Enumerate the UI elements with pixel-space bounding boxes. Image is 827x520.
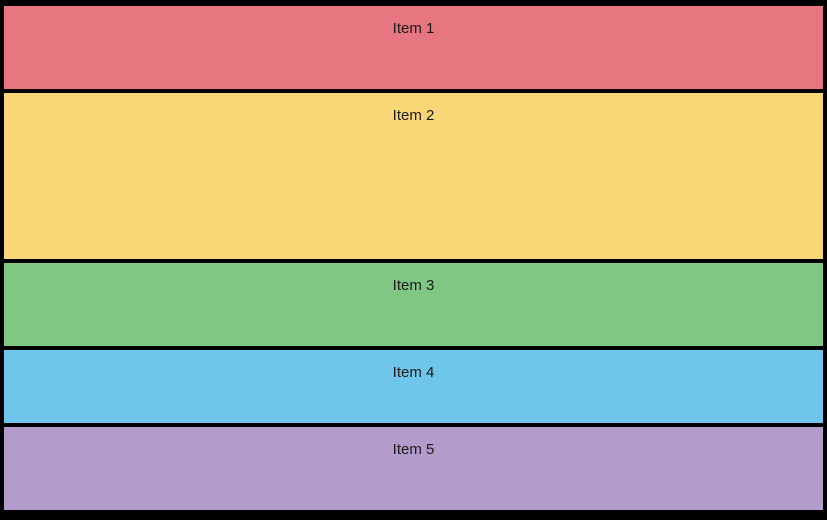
row-label: Item 4 (393, 364, 435, 381)
row-item-4: Item 4 (4, 350, 823, 423)
row-item-1: Item 1 (4, 6, 823, 89)
row-item-3: Item 3 (4, 263, 823, 346)
row-item-5: Item 5 (4, 427, 823, 510)
row-label: Item 1 (393, 20, 435, 37)
row-label: Item 3 (393, 277, 435, 294)
row-label: Item 5 (393, 441, 435, 458)
row-label: Item 2 (393, 107, 435, 124)
row-item-2: Item 2 (4, 93, 823, 259)
